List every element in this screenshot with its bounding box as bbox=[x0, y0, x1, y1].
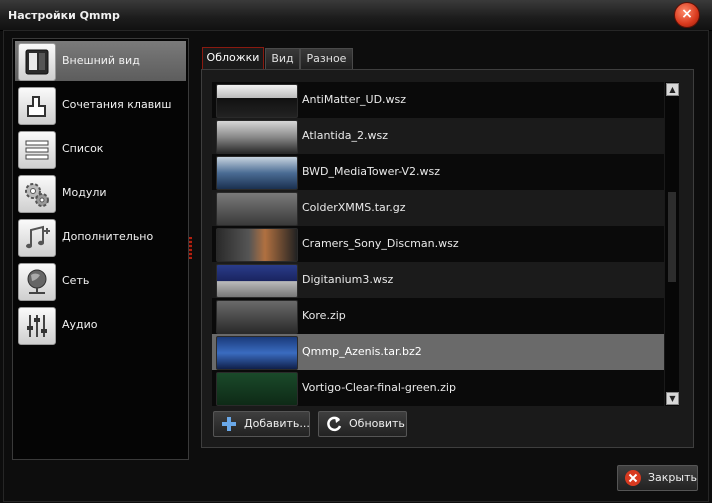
sidebar-item-network[interactable]: Сеть bbox=[15, 261, 186, 301]
appearance-icon bbox=[18, 43, 56, 81]
skin-name: Cramers_Sony_Discman.wsz bbox=[302, 237, 459, 250]
sidebar-item-shortcuts[interactable]: Сочетания клавиш bbox=[15, 85, 186, 125]
plus-icon bbox=[222, 417, 236, 431]
sidebar-item-advanced[interactable]: Дополнительно bbox=[15, 217, 186, 257]
skin-list[interactable]: AntiMatter_UD.wsz Atlantida_2.wsz BWD_Me… bbox=[212, 82, 664, 406]
list-item[interactable]: Digitanium3.wsz bbox=[212, 262, 664, 298]
skin-name: Atlantida_2.wsz bbox=[302, 129, 389, 142]
skin-thumbnail bbox=[216, 300, 298, 334]
sidebar-item-audio[interactable]: Аудио bbox=[15, 305, 186, 345]
sidebar-item-label: Внешний вид bbox=[62, 54, 140, 67]
close-label: Закрыть bbox=[648, 471, 697, 484]
skin-thumbnail bbox=[216, 228, 298, 262]
title-bar: Настройки Qmmp × bbox=[0, 0, 712, 31]
skin-thumbnail bbox=[216, 372, 298, 406]
tab-view[interactable]: Вид bbox=[265, 48, 300, 69]
skin-thumbnail bbox=[216, 192, 298, 226]
splitter-handle[interactable] bbox=[189, 237, 192, 259]
sidebar-item-label: Аудио bbox=[62, 318, 98, 331]
skin-list-scrollbar[interactable]: ▲ ▼ bbox=[665, 82, 679, 406]
skin-name: Vortigo-Clear-final-green.zip bbox=[302, 381, 456, 394]
skin-name: AntiMatter_UD.wsz bbox=[302, 93, 407, 106]
window-title: Настройки Qmmp bbox=[8, 9, 120, 22]
scrollbar-thumb[interactable] bbox=[668, 192, 676, 282]
mixer-sliders-icon bbox=[18, 307, 56, 345]
skin-thumbnail bbox=[216, 84, 298, 118]
sidebar-item-label: Дополнительно bbox=[62, 230, 154, 243]
sidebar-item-plugins[interactable]: Модули bbox=[15, 173, 186, 213]
scroll-up-icon[interactable]: ▲ bbox=[666, 83, 679, 96]
window-close-button[interactable]: × bbox=[674, 2, 700, 28]
music-note-plus-icon bbox=[18, 219, 56, 257]
sidebar-item-label: Список bbox=[62, 142, 104, 155]
refresh-label: Обновить bbox=[349, 417, 405, 430]
sidebar-item-appearance[interactable]: Внешний вид bbox=[15, 41, 186, 81]
list-item[interactable]: Vortigo-Clear-final-green.zip bbox=[212, 370, 664, 406]
close-button[interactable]: Закрыть bbox=[617, 465, 698, 491]
settings-sidebar: Внешний вид Сочетания клавиш Список Моду… bbox=[12, 38, 189, 460]
list-item[interactable]: Atlantida_2.wsz bbox=[212, 118, 664, 154]
close-icon bbox=[625, 470, 641, 486]
sidebar-item-list[interactable]: Список bbox=[15, 129, 186, 169]
refresh-icon bbox=[327, 416, 342, 432]
scroll-down-icon[interactable]: ▼ bbox=[666, 392, 679, 405]
tab-skins[interactable]: Обложки bbox=[202, 47, 264, 70]
add-skin-label: Добавить... bbox=[244, 417, 310, 430]
skin-name: BWD_MediaTower-V2.wsz bbox=[302, 165, 441, 178]
sidebar-item-label: Модули bbox=[62, 186, 107, 199]
skin-thumbnail bbox=[216, 336, 298, 370]
skin-name: Qmmp_Azenis.tar.bz2 bbox=[302, 345, 422, 358]
list-item[interactable]: Qmmp_Azenis.tar.bz2 bbox=[212, 334, 664, 370]
list-item[interactable]: ColderXMMS.tar.gz bbox=[212, 190, 664, 226]
keyboard-shortcuts-icon bbox=[18, 87, 56, 125]
list-item[interactable]: BWD_MediaTower-V2.wsz bbox=[212, 154, 664, 190]
skin-thumbnail bbox=[216, 156, 298, 190]
list-item[interactable]: Kore.zip bbox=[212, 298, 664, 334]
skin-name: Kore.zip bbox=[302, 309, 346, 322]
skin-thumbnail bbox=[216, 264, 298, 298]
tab-misc[interactable]: Разное bbox=[300, 48, 353, 69]
list-item[interactable]: AntiMatter_UD.wsz bbox=[212, 82, 664, 118]
list-item[interactable]: Cramers_Sony_Discman.wsz bbox=[212, 226, 664, 262]
gears-icon bbox=[18, 175, 56, 213]
sidebar-item-label: Сеть bbox=[62, 274, 90, 287]
skin-thumbnail bbox=[216, 120, 298, 154]
sidebar-item-label: Сочетания клавиш bbox=[62, 98, 172, 111]
skin-name: Digitanium3.wsz bbox=[302, 273, 394, 286]
list-icon bbox=[18, 131, 56, 169]
refresh-button[interactable]: Обновить bbox=[318, 411, 407, 437]
skin-name: ColderXMMS.tar.gz bbox=[302, 201, 406, 214]
globe-network-icon bbox=[18, 263, 56, 301]
add-skin-button[interactable]: Добавить... bbox=[213, 411, 310, 437]
